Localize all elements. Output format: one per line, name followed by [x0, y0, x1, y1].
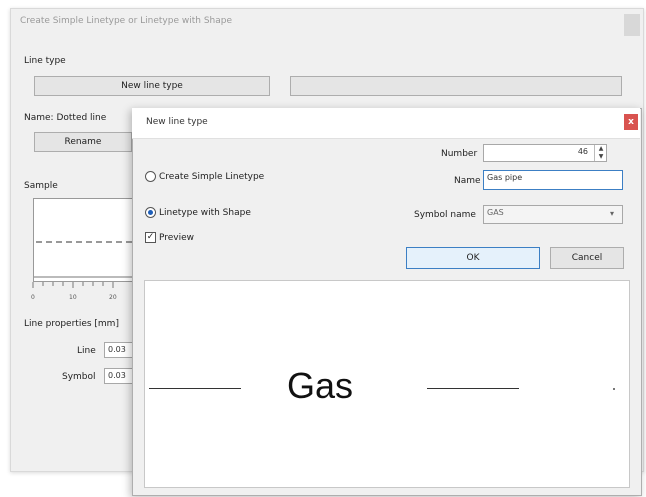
dialog-title: New line type — [146, 117, 208, 127]
symbol-width-label: Symbol — [62, 372, 96, 382]
ok-button[interactable]: OK — [406, 247, 540, 269]
window-title: Create Simple Linetype or Linetype with … — [20, 16, 233, 26]
radio-linetype-with-shape-label: Linetype with Shape — [159, 208, 251, 218]
symbol-name-select[interactable]: GAS — [483, 205, 623, 224]
preview-line-right — [427, 388, 519, 389]
dialog-close-button[interactable]: x — [624, 114, 638, 130]
sample-preview — [33, 198, 135, 282]
name-label: Name: Dotted line — [24, 113, 107, 123]
cancel-button[interactable]: Cancel — [550, 247, 624, 269]
axis-tick-10: 10 — [69, 294, 77, 301]
preview-shape-text: Gas — [287, 365, 354, 406]
radio-create-simple[interactable] — [145, 171, 156, 182]
rename-button[interactable]: Rename — [34, 132, 132, 152]
name-input[interactable]: Gas pipe — [483, 170, 623, 190]
chevron-down-icon[interactable]: ▾ — [610, 209, 614, 218]
axis-tick-0: 0 — [31, 294, 35, 301]
sample-line-svg — [34, 241, 134, 278]
line-width-label: Line — [77, 346, 96, 356]
preview-line-left — [149, 388, 241, 389]
symbol-name-label: Symbol name — [414, 210, 476, 220]
line-width-input[interactable]: 0.03 — [104, 342, 134, 358]
window-close-button[interactable] — [624, 14, 640, 36]
preview-dot — [613, 388, 615, 390]
sample-label: Sample — [24, 181, 58, 191]
number-label: Number — [441, 149, 478, 159]
linetype-preview-canvas: Gas — [144, 280, 630, 488]
preview-checkbox-label: Preview — [159, 233, 195, 243]
sample-axis: 0 10 20 — [31, 282, 117, 301]
line-properties-label: Line properties [mm] — [24, 319, 119, 329]
number-spinner[interactable]: ▲ ▼ — [594, 145, 607, 161]
name-field-label: Name — [454, 176, 481, 186]
radio-create-simple-label: Create Simple Linetype — [159, 172, 265, 182]
dialog-titlebar — [132, 108, 640, 139]
preview-checkbox[interactable]: ✓ — [145, 232, 156, 243]
new-line-type-button[interactable]: New line type — [34, 76, 270, 96]
radio-linetype-with-shape[interactable] — [145, 207, 156, 218]
number-input[interactable]: 46 — [483, 144, 607, 162]
secondary-button[interactable] — [290, 76, 622, 96]
axis-tick-20: 20 — [109, 294, 117, 301]
symbol-width-input[interactable]: 0.03 — [104, 368, 134, 384]
line-type-label: Line type — [24, 56, 66, 66]
